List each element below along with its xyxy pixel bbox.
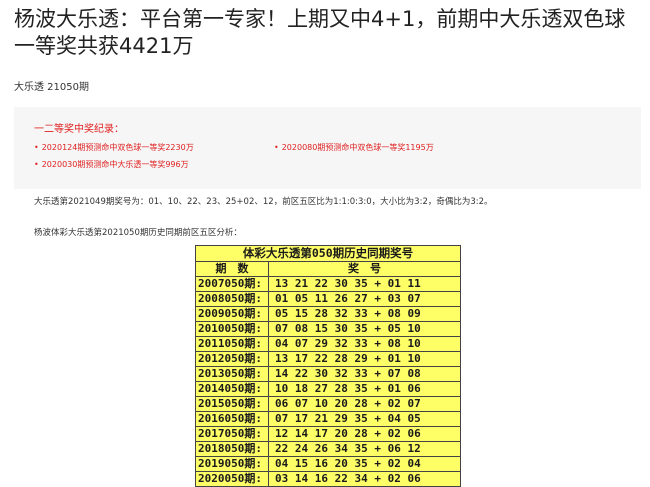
numbers-cell: 07 17 21 29 35 + 04 05	[268, 411, 461, 427]
period-cell: 2011050期:	[195, 336, 269, 352]
table-row: 2020050期: 03 14 16 22 34 + 02 06	[195, 471, 461, 487]
table-row: 2012050期: 13 17 22 28 29 + 01 10	[195, 351, 461, 367]
table-row: 2016050期: 07 17 21 29 35 + 04 05	[195, 411, 461, 427]
numbers-cell: 07 08 15 30 35 + 05 10	[268, 321, 461, 337]
bullet-icon: •	[34, 143, 39, 152]
issue-label: 大乐透 21050期	[14, 82, 89, 93]
table-row: 2013050期: 14 22 30 32 33 + 07 08	[195, 366, 461, 382]
period-cell: 2017050期:	[195, 426, 269, 442]
table-row: 2015050期: 06 07 10 20 28 + 02 07	[195, 396, 461, 412]
last-draw-summary: 大乐透第2021049期奖号为：01、10、22、23、25+02、12，前区五…	[34, 197, 493, 207]
numbers-cell: 05 15 28 32 33 + 08 09	[268, 306, 461, 322]
numbers-cell: 01 05 11 26 27 + 03 07	[268, 291, 461, 307]
award-item: • 2020080期预测命中双色球一等奖1195万	[274, 143, 434, 152]
award-notice-heading: 一二等奖中奖纪录：	[34, 124, 124, 135]
table-row: 2018050期: 22 24 26 34 35 + 06 12	[195, 441, 461, 457]
table-row: 2007050期: 13 21 22 30 35 + 01 11	[195, 276, 461, 292]
table-row: 2008050期: 01 05 11 26 27 + 03 07	[195, 291, 461, 307]
award-item: • 2020030期预测命中大乐透一等奖996万	[34, 160, 189, 169]
numbers-cell: 14 22 30 32 33 + 07 08	[268, 366, 461, 382]
table-row: 2011050期: 04 07 29 32 33 + 08 10	[195, 336, 461, 352]
period-cell: 2013050期:	[195, 366, 269, 382]
column-header-period: 期 数	[195, 261, 269, 277]
table-row: 2014050期: 10 18 27 28 35 + 01 06	[195, 381, 461, 397]
period-cell: 2018050期:	[195, 441, 269, 457]
table-row: 2010050期: 07 08 15 30 35 + 05 10	[195, 321, 461, 337]
table-row: 2019050期: 04 15 16 20 35 + 02 04	[195, 456, 461, 472]
numbers-cell: 22 24 26 34 35 + 06 12	[268, 441, 461, 457]
numbers-cell: 13 21 22 30 35 + 01 11	[268, 276, 461, 292]
analysis-intro: 杨波体彩大乐透第2021050期历史同期前区五区分析：	[34, 228, 242, 238]
numbers-cell: 04 07 29 32 33 + 08 10	[268, 336, 461, 352]
numbers-cell: 06 07 10 20 28 + 02 07	[268, 396, 461, 412]
column-header-numbers: 奖 号	[268, 261, 461, 277]
period-cell: 2008050期:	[195, 291, 269, 307]
numbers-cell: 13 17 22 28 29 + 01 10	[268, 351, 461, 367]
period-cell: 2009050期:	[195, 306, 269, 322]
table-caption: 体彩大乐透第050期历史同期奖号	[195, 245, 461, 262]
award-item: • 2020124期预测命中双色球一等奖2230万	[34, 143, 194, 152]
table-row: 2017050期: 12 14 17 20 28 + 02 06	[195, 426, 461, 442]
period-cell: 2012050期:	[195, 351, 269, 367]
article-title: 杨波大乐透：平台第一专家！上期又中4+1，前期中大乐透双色球一等奖共获4421万	[14, 7, 626, 58]
period-cell: 2015050期:	[195, 396, 269, 412]
table-row: 2009050期: 05 15 28 32 33 + 08 09	[195, 306, 461, 322]
award-notice-box: 一二等奖中奖纪录： • 2020124期预测命中双色球一等奖2230万 • 2020…	[14, 107, 641, 189]
period-cell: 2016050期:	[195, 411, 269, 427]
numbers-cell: 03 14 16 22 34 + 02 06	[268, 471, 461, 487]
history-numbers-table: 体彩大乐透第050期历史同期奖号 期 数 奖 号 2007050期: 13 21 …	[195, 245, 461, 487]
period-cell: 2019050期:	[195, 456, 269, 472]
bullet-icon: •	[34, 160, 39, 169]
numbers-cell: 10 18 27 28 35 + 01 06	[268, 381, 461, 397]
numbers-cell: 04 15 16 20 35 + 02 04	[268, 456, 461, 472]
period-cell: 2010050期:	[195, 321, 269, 337]
period-cell: 2014050期:	[195, 381, 269, 397]
bullet-icon: •	[274, 143, 279, 152]
period-cell: 2007050期:	[195, 276, 269, 292]
numbers-cell: 12 14 17 20 28 + 02 06	[268, 426, 461, 442]
period-cell: 2020050期:	[195, 471, 269, 487]
